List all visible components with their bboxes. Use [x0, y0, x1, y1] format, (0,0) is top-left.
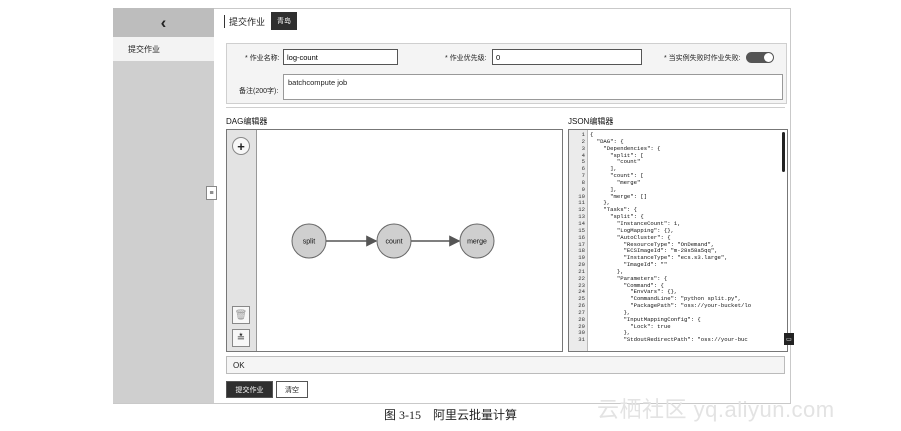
line-number-gutter: 1 2 3 4 5 6 7 8 9 10 11 12 13 14 15 16 17 18 19 20 21 22 23 24 2…	[569, 130, 588, 351]
delete-node-icon[interactable]: 🗑	[232, 306, 250, 324]
sidebar-header: ‹	[113, 8, 214, 37]
fail-on-instance-failure-toggle[interactable]	[746, 52, 774, 63]
section-divider	[226, 107, 785, 108]
dag-editor-title: DAG编辑器	[226, 117, 268, 126]
code-line: "count"	[590, 158, 641, 166]
status-bar: OK	[226, 356, 785, 374]
auto-layout-icon[interactable]: ≛	[232, 329, 250, 347]
note-label: 备注(200字):	[239, 88, 279, 95]
note-textarea[interactable]: batchcompute job	[283, 74, 783, 100]
dag-node-label: count	[385, 239, 402, 246]
job-name-label: * 作业名称:	[245, 55, 280, 62]
line-number: 31	[578, 336, 585, 344]
json-editor-title: JSON编辑器	[568, 117, 614, 126]
priority-label: * 作业优先级:	[445, 55, 487, 62]
code-line: "StdoutRedirectPath": "oss://your-buc	[590, 336, 748, 344]
region-badge[interactable]: 青岛	[271, 12, 298, 30]
dag-toolbar: + 🗑 ≛	[227, 130, 257, 351]
job-name-input[interactable]	[283, 49, 398, 65]
fail-on-instance-failure-label: * 当实例失败时作业失败:	[664, 55, 741, 62]
dag-node-split[interactable]: split	[291, 223, 327, 259]
code-line: "merge": []	[590, 192, 648, 200]
dag-canvas[interactable]: split count merge	[257, 130, 562, 351]
dag-node-label: merge	[467, 239, 487, 246]
dag-node-label: split	[303, 239, 316, 246]
json-scrollbar[interactable]	[782, 132, 785, 172]
dag-node-count[interactable]: count	[376, 223, 412, 259]
code-line: "merge"	[590, 178, 641, 186]
dag-node-merge[interactable]: merge	[459, 223, 495, 259]
sidebar-collapse-handle-icon[interactable]: ≡	[206, 186, 217, 200]
page-title: 提交作业	[224, 14, 265, 28]
sidebar-item-submit-job[interactable]: 提交作业	[113, 37, 214, 61]
chat-icon[interactable]: ▭	[784, 333, 794, 345]
json-code-area[interactable]: { "DAG": { "Dependencies": { "split": [ …	[590, 130, 780, 351]
add-node-icon[interactable]: +	[232, 137, 250, 155]
submit-job-button[interactable]: 提交作业	[226, 381, 273, 398]
dag-graph: split count merge	[291, 223, 495, 259]
sidebar: ‹ 提交作业	[113, 8, 214, 403]
back-arrow-icon[interactable]: ‹	[161, 14, 167, 31]
job-form: * 作业名称: * 作业优先级: * 当实例失败时作业失败: 备注(200字):…	[226, 43, 787, 104]
toggle-knob	[764, 53, 773, 62]
page-header: 提交作业 青岛	[224, 10, 298, 32]
priority-input[interactable]	[492, 49, 642, 65]
clear-button[interactable]: 清空	[276, 381, 308, 398]
dag-editor: + 🗑 ≛ split count merge	[226, 129, 563, 352]
figure-caption: 图 3-15 阿里云批量计算	[384, 408, 517, 422]
json-editor[interactable]: 1 2 3 4 5 6 7 8 9 10 11 12 13 14 15 16 17 18 19 20 21 22 23 24 2…	[568, 129, 788, 352]
